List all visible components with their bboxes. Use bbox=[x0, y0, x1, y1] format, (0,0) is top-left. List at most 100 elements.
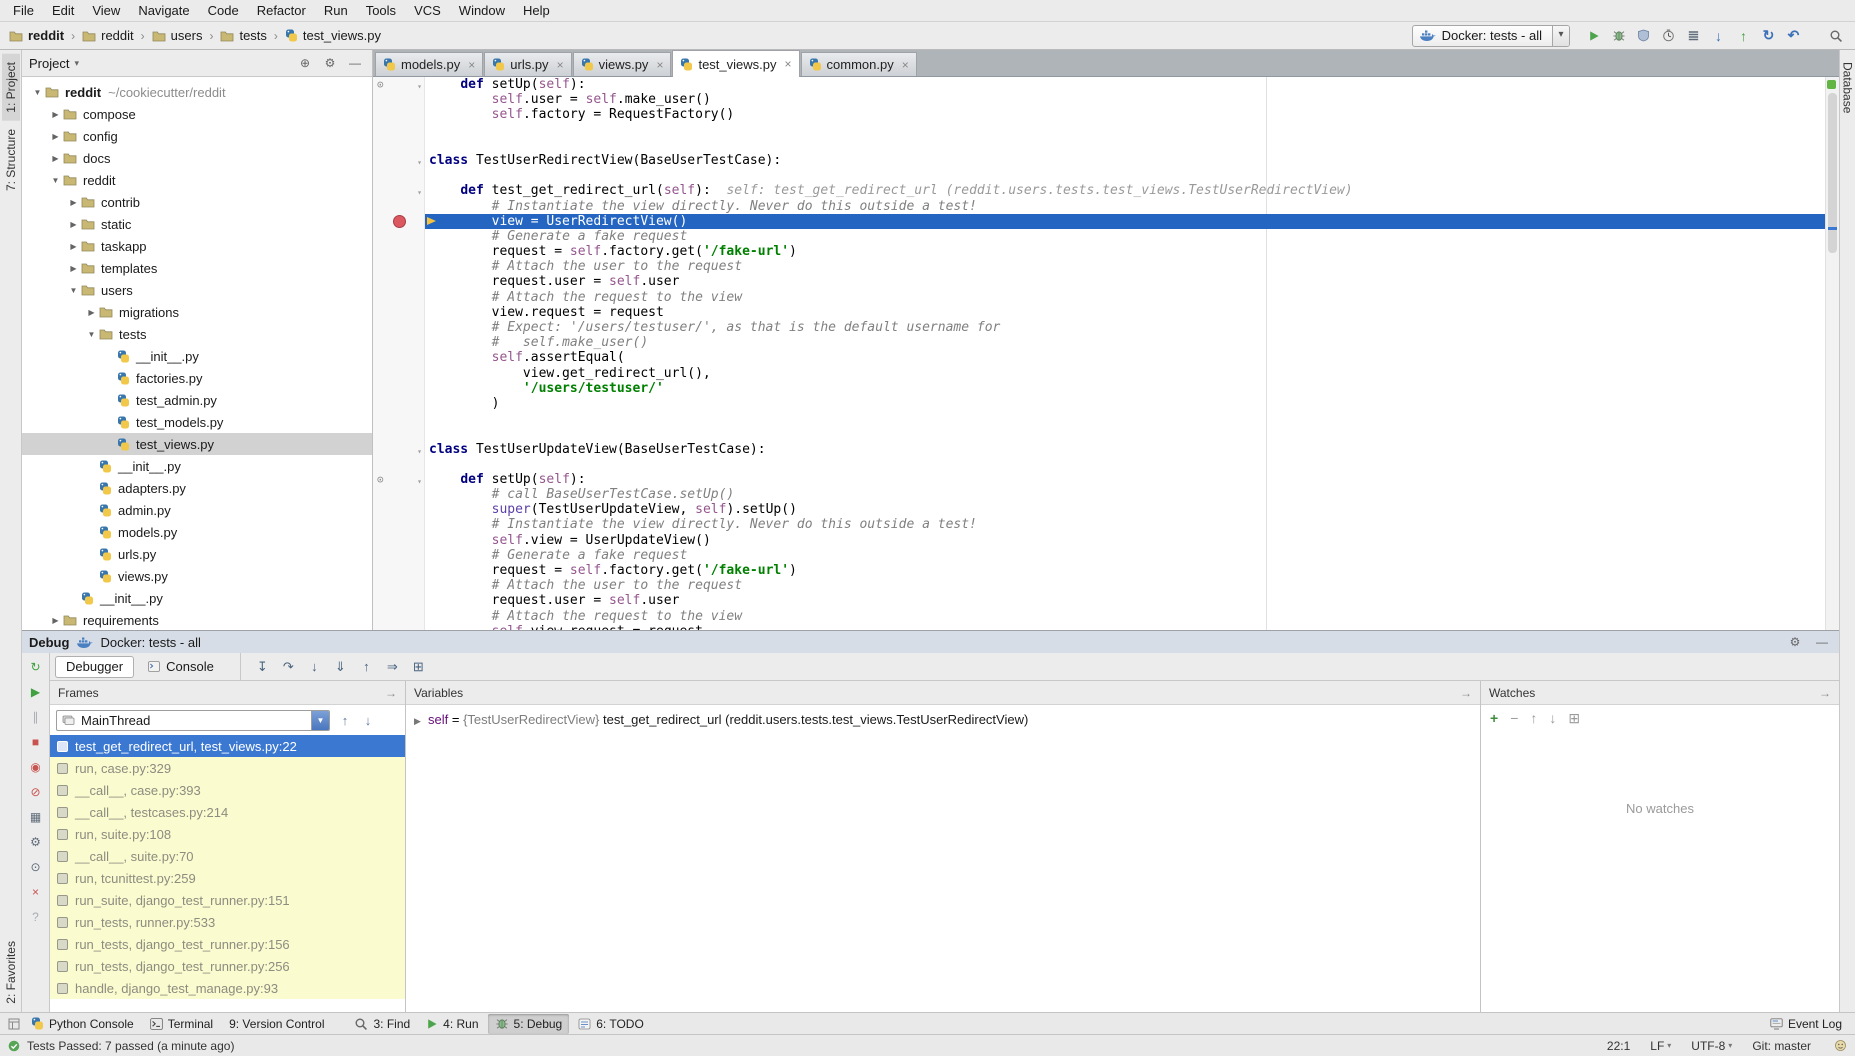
hide-icon[interactable]: — bbox=[1812, 635, 1832, 649]
code-line[interactable]: ) bbox=[373, 396, 1839, 411]
code-line[interactable]: ⊙▾ def setUp(self): bbox=[373, 472, 1839, 487]
tree-item[interactable]: ▶migrations bbox=[22, 301, 372, 323]
menu-navigate[interactable]: Navigate bbox=[129, 0, 198, 22]
gutter[interactable]: ▾ bbox=[373, 183, 425, 198]
gutter[interactable] bbox=[373, 609, 425, 624]
tree-item[interactable]: models.py bbox=[22, 521, 372, 543]
code-line[interactable]: request = self.factory.get('/fake-url') bbox=[373, 244, 1839, 259]
menu-view[interactable]: View bbox=[83, 0, 129, 22]
view-breakpoints-button[interactable]: ◉ bbox=[27, 758, 45, 776]
toolbutton-9-version-control[interactable]: 9: Version Control bbox=[222, 1014, 331, 1034]
tree-item[interactable]: ▶compose bbox=[22, 103, 372, 125]
tree-item-selected[interactable]: test_views.py bbox=[22, 433, 372, 455]
tree-item[interactable]: __init__.py bbox=[22, 455, 372, 477]
code-line[interactable]: view.get_redirect_url(), bbox=[373, 366, 1839, 381]
hide-icon[interactable]: — bbox=[345, 56, 365, 70]
close-icon[interactable]: × bbox=[557, 58, 564, 72]
tree-collapse-arrow[interactable]: ▼ bbox=[84, 330, 99, 339]
evaluate-expression-icon[interactable]: ⊞ bbox=[407, 659, 430, 675]
gutter[interactable] bbox=[373, 274, 425, 289]
code-line[interactable]: # self.make_user() bbox=[373, 335, 1839, 350]
code-line[interactable]: ▾ def test_get_redirect_url(self): self:… bbox=[373, 183, 1839, 198]
tool-window-switcher-icon[interactable] bbox=[4, 1018, 24, 1030]
gutter[interactable] bbox=[373, 244, 425, 259]
tree-expand-arrow[interactable]: ▶ bbox=[48, 154, 63, 163]
thread-selector[interactable]: MainThread ▼ bbox=[56, 710, 330, 731]
tree-expand-arrow[interactable]: ▶ bbox=[66, 242, 81, 251]
code-line[interactable]: view.request = request bbox=[373, 305, 1839, 320]
search-everywhere-icon[interactable] bbox=[1825, 29, 1847, 43]
menu-window[interactable]: Window bbox=[450, 0, 514, 22]
gutter[interactable] bbox=[373, 578, 425, 593]
close-icon[interactable]: × bbox=[468, 58, 475, 72]
vcs-commit-button[interactable]: ↑ bbox=[1732, 24, 1755, 47]
step-out-icon[interactable]: ↑ bbox=[355, 659, 378, 674]
code-line[interactable] bbox=[373, 457, 1839, 472]
add-watch-button[interactable]: + bbox=[1490, 710, 1498, 726]
stripe-item-2-favorites[interactable]: 2: Favorites bbox=[2, 933, 20, 1012]
gutter[interactable]: ▾ bbox=[373, 442, 425, 457]
code-line[interactable]: super(TestUserUpdateView, self).setUp() bbox=[373, 502, 1839, 517]
gutter[interactable] bbox=[373, 320, 425, 335]
code-line[interactable]: # Attach the request to the view bbox=[373, 290, 1839, 305]
gutter[interactable] bbox=[373, 517, 425, 532]
chevron-down-icon[interactable]: ▾ bbox=[1552, 25, 1569, 47]
code-line[interactable]: request.user = self.user bbox=[373, 274, 1839, 289]
code-line[interactable]: ▾class TestUserUpdateView(BaseUserTestCa… bbox=[373, 442, 1839, 457]
code-line[interactable]: self.user = self.make_user() bbox=[373, 92, 1839, 107]
editor-scrollbar[interactable] bbox=[1825, 77, 1839, 630]
code-line[interactable]: request = self.factory.get('/fake-url') bbox=[373, 563, 1839, 578]
coverage-button[interactable] bbox=[1632, 24, 1655, 47]
stack-frame[interactable]: __call__, testcases.py:214 bbox=[50, 801, 405, 823]
gutter[interactable] bbox=[373, 199, 425, 214]
next-frame-icon[interactable]: ↓ bbox=[360, 713, 376, 728]
tree-expand-arrow[interactable]: ▶ bbox=[48, 132, 63, 141]
gutter[interactable] bbox=[373, 411, 425, 426]
tree-item[interactable]: ▶contrib bbox=[22, 191, 372, 213]
gutter[interactable] bbox=[373, 290, 425, 305]
gutter[interactable] bbox=[373, 107, 425, 122]
tab-common-py[interactable]: common.py× bbox=[801, 52, 917, 76]
popout-icon[interactable]: → bbox=[1819, 686, 1831, 700]
profiler-button[interactable] bbox=[1657, 24, 1680, 47]
gutter[interactable] bbox=[373, 259, 425, 274]
tree-expand-arrow[interactable]: ▶ bbox=[48, 110, 63, 119]
gutter[interactable] bbox=[373, 229, 425, 244]
stripe-item-7-structure[interactable]: 7: Structure bbox=[2, 121, 20, 199]
tree-item[interactable]: ▼reddit bbox=[22, 169, 372, 191]
code-line[interactable] bbox=[373, 426, 1839, 441]
stack-frame[interactable]: test_get_redirect_url, test_views.py:22 bbox=[50, 735, 405, 757]
breadcrumb-item[interactable]: reddit bbox=[79, 28, 137, 43]
code-line[interactable]: '/users/testuser/' bbox=[373, 381, 1839, 396]
menu-help[interactable]: Help bbox=[514, 0, 559, 22]
help-button[interactable]: ? bbox=[27, 908, 45, 926]
stack-frame[interactable]: run_tests, django_test_runner.py:256 bbox=[50, 955, 405, 977]
step-over-icon[interactable]: ↷ bbox=[277, 659, 300, 675]
close-icon[interactable]: × bbox=[785, 57, 792, 71]
toolbutton-3-find[interactable]: 3: Find bbox=[347, 1014, 417, 1034]
tree-expand-arrow[interactable]: ▶ bbox=[66, 198, 81, 207]
toolbutton-python-console[interactable]: Python Console bbox=[24, 1014, 141, 1034]
stack-frame[interactable]: run_tests, django_test_runner.py:156 bbox=[50, 933, 405, 955]
tree-item[interactable]: factories.py bbox=[22, 367, 372, 389]
toolbutton-5-debug[interactable]: 5: Debug bbox=[488, 1014, 570, 1034]
code-line[interactable] bbox=[373, 123, 1839, 138]
tree-expand-arrow[interactable]: ▶ bbox=[66, 220, 81, 229]
gutter[interactable] bbox=[373, 533, 425, 548]
code-line[interactable]: view = UserRedirectView() bbox=[373, 214, 1839, 229]
breadcrumb-item[interactable]: users bbox=[149, 28, 206, 43]
pin-button[interactable]: ⊙ bbox=[27, 858, 45, 876]
tree-item[interactable]: ▼reddit~/cookiecutter/reddit bbox=[22, 81, 372, 103]
debug-tab-debugger[interactable]: Debugger bbox=[55, 656, 134, 678]
hector-icon[interactable] bbox=[1834, 1039, 1847, 1052]
pause-button[interactable]: ∥ bbox=[27, 708, 45, 726]
restore-layout-button[interactable]: ▦ bbox=[27, 808, 45, 826]
gutter[interactable] bbox=[373, 563, 425, 578]
move-watch-up-button[interactable]: ↑ bbox=[1530, 710, 1537, 726]
code-line[interactable] bbox=[373, 138, 1839, 153]
tree-item[interactable]: ▶templates bbox=[22, 257, 372, 279]
gutter[interactable] bbox=[373, 92, 425, 107]
gutter[interactable] bbox=[373, 214, 425, 229]
gutter[interactable] bbox=[373, 350, 425, 365]
step-into-icon[interactable]: ↓ bbox=[303, 659, 326, 674]
